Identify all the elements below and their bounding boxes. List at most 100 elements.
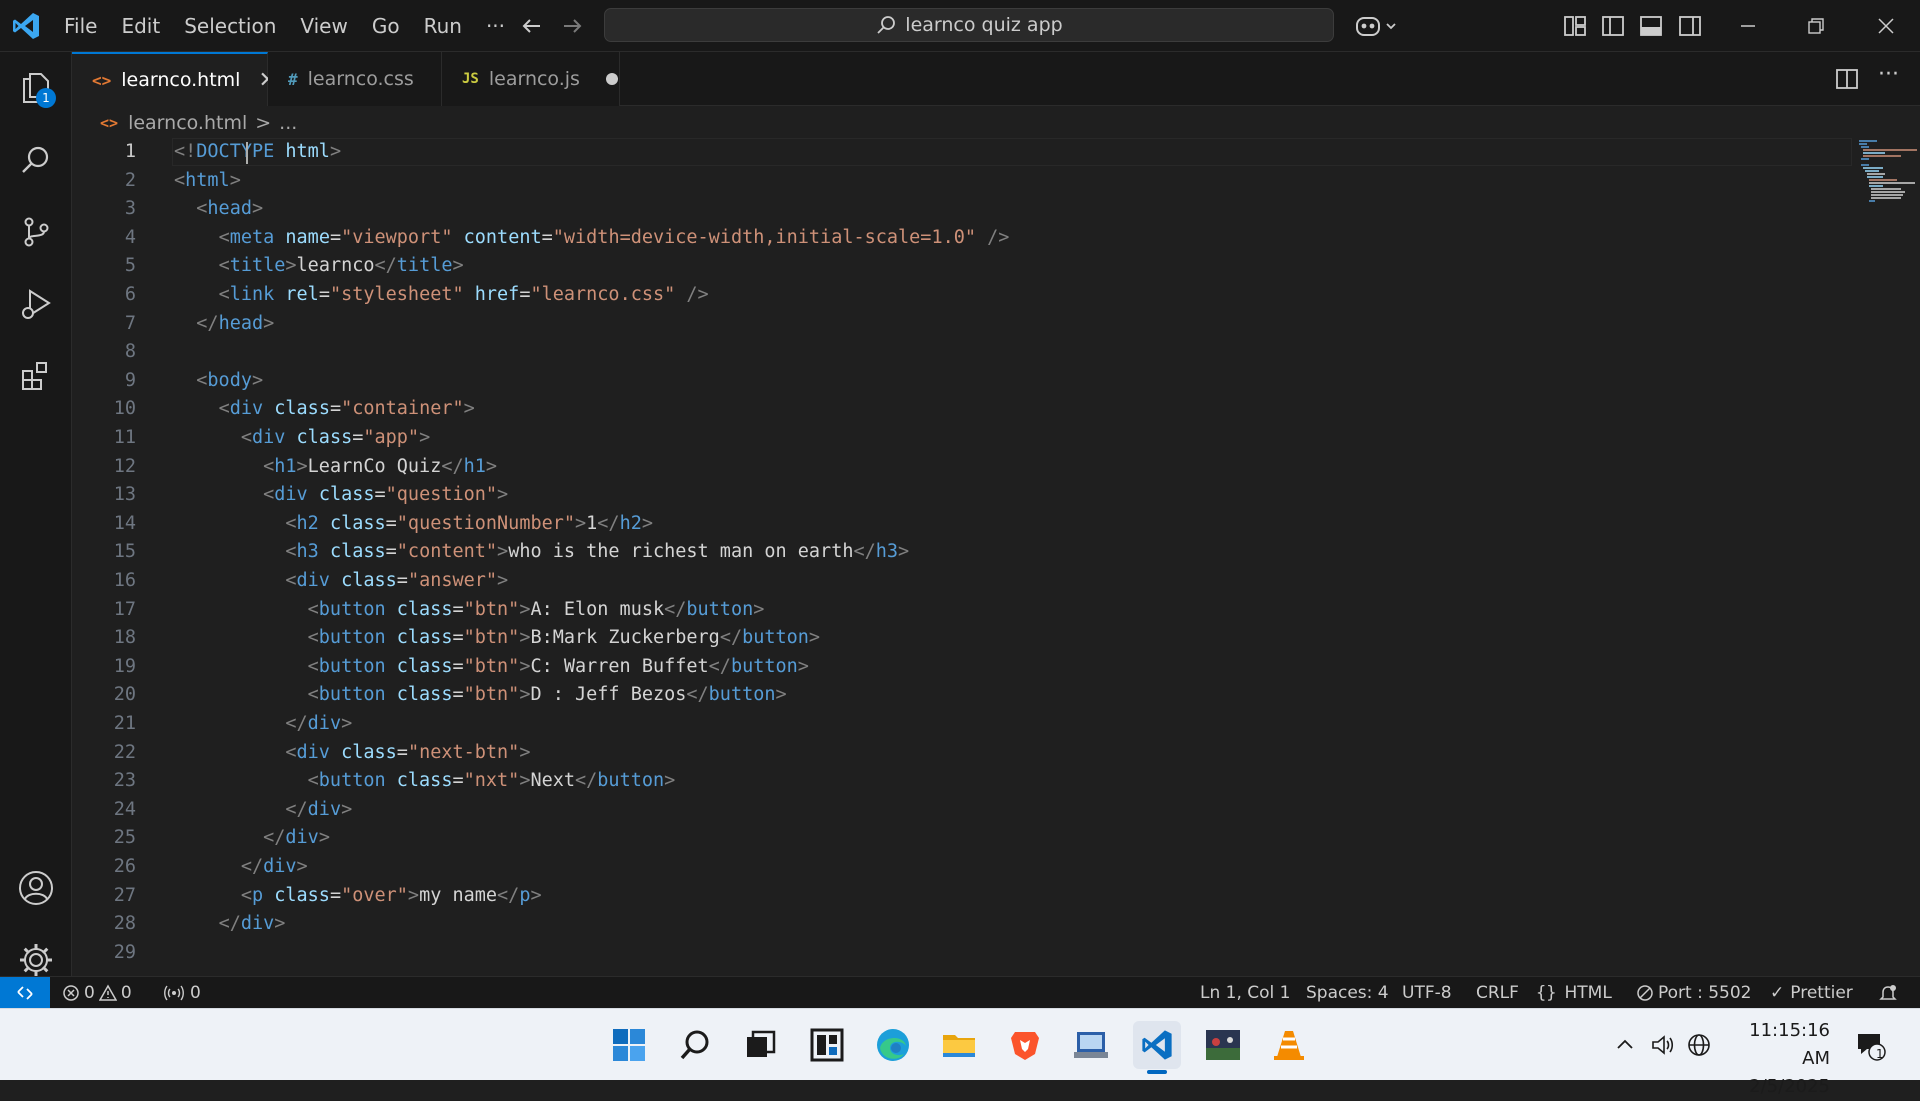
line-code: <h2 class="questionNumber">1</h2> <box>285 512 653 534</box>
code-line[interactable]: 13 <div class="question"> <box>72 481 1772 510</box>
volume-icon[interactable] <box>1650 1032 1676 1058</box>
notification-center-button[interactable]: 1 <box>1850 1021 1890 1069</box>
remote-indicator-button[interactable] <box>0 977 50 1008</box>
live-server-port[interactable]: Port : 5502 <box>1636 977 1752 1008</box>
line-number: 19 <box>113 655 136 677</box>
code-line[interactable]: 22 <div class="next-btn"> <box>72 739 1772 768</box>
code-line[interactable]: 12 <h1>LearnCo Quiz</h1> <box>72 453 1772 482</box>
breadcrumb-file[interactable]: learnco.html <box>128 112 247 134</box>
menu-selection[interactable]: Selection <box>172 0 288 52</box>
run-debug-button[interactable] <box>14 282 58 326</box>
game-app-button[interactable] <box>1199 1021 1247 1069</box>
restore-button[interactable] <box>1782 0 1850 52</box>
code-line[interactable]: 2 <html> <box>72 167 1772 196</box>
extensions-button[interactable] <box>14 354 58 398</box>
command-center-search[interactable]: learnco quiz app <box>604 8 1334 42</box>
code-line[interactable]: 17 <button class="btn">A: Elon musk</but… <box>72 596 1772 625</box>
code-line[interactable]: 29 <box>72 939 1772 968</box>
code-line[interactable]: 18 <button class="btn">B:Mark Zuckerberg… <box>72 624 1772 653</box>
ports-indicator[interactable]: 0 <box>164 977 201 1008</box>
code-line[interactable]: 1 <!DOCTYPE html> <box>72 138 1852 167</box>
chevron-up-icon[interactable] <box>1614 1034 1636 1056</box>
line-code: </div> <box>218 913 286 935</box>
menu-run[interactable]: Run <box>412 0 474 52</box>
start-button[interactable] <box>605 1021 653 1069</box>
copilot-icon[interactable] <box>1354 13 1398 39</box>
file-explorer-button[interactable] <box>935 1021 983 1069</box>
code-line[interactable]: 5 <title>learnco</title> <box>72 252 1772 281</box>
indentation[interactable]: Spaces: 4 <box>1306 977 1389 1008</box>
vscode-taskbar-button[interactable] <box>1133 1021 1181 1074</box>
source-control-button[interactable] <box>14 210 58 254</box>
code-line[interactable]: 25 </div> <box>72 824 1772 853</box>
code-line[interactable]: 7 </head> <box>72 310 1772 339</box>
code-line[interactable]: 27 <p class="over">my name</p> <box>72 882 1772 911</box>
code-editor[interactable]: 1 <!DOCTYPE html> 2 <html> 3 <head> 4 <meta n… <box>72 138 1920 976</box>
code-line[interactable]: 28 </div> <box>72 910 1772 939</box>
line-ending[interactable]: CRLF <box>1476 977 1519 1008</box>
explorer-button[interactable]: 1 <box>14 66 58 110</box>
tab-learnco-css[interactable]: # learnco.css <box>268 52 442 106</box>
code-line[interactable]: 14 <h2 class="questionNumber">1</h2> <box>72 510 1772 539</box>
problems-indicator[interactable]: 0 0 <box>62 977 132 1008</box>
code-line[interactable]: 20 <button class="btn">D : Jeff Bezos</b… <box>72 681 1772 710</box>
code-line[interactable]: 19 <button class="btn">C: Warren Buffet<… <box>72 653 1772 682</box>
search-view-button[interactable] <box>14 138 58 182</box>
code-line[interactable]: 21 </div> <box>72 710 1772 739</box>
warning-count: 0 <box>120 982 132 1003</box>
close-window-button[interactable] <box>1852 0 1920 52</box>
toggle-secondary-sidebar-icon[interactable] <box>1677 13 1703 39</box>
menu-edit[interactable]: Edit <box>109 0 172 52</box>
toggle-primary-sidebar-icon[interactable] <box>1600 13 1626 39</box>
minimize-button[interactable] <box>1714 0 1782 52</box>
unsaved-dot-icon[interactable] <box>605 73 618 85</box>
taskbar-search-button[interactable] <box>671 1021 719 1069</box>
task-view-button[interactable] <box>737 1021 785 1069</box>
code-line[interactable]: 24 </div> <box>72 796 1772 825</box>
prettier-status[interactable]: ✓ Prettier <box>1770 977 1853 1008</box>
cursor-position[interactable]: Ln 1, Col 1 <box>1200 977 1291 1008</box>
vlc-button[interactable] <box>1265 1021 1313 1069</box>
brave-browser-button[interactable] <box>1001 1021 1049 1069</box>
menu-view[interactable]: View <box>288 0 359 52</box>
code-line[interactable]: 11 <div class="app"> <box>72 424 1772 453</box>
toggle-panel-icon[interactable] <box>1638 13 1664 39</box>
menu-go[interactable]: Go <box>360 0 412 52</box>
activity-bar: 1 <box>0 52 72 976</box>
html-file-icon: <> <box>100 114 119 132</box>
bell-icon <box>1879 984 1897 1000</box>
notifications-button[interactable] <box>1878 977 1898 1008</box>
code-line[interactable]: 4 <meta name="viewport" content="width=d… <box>72 224 1772 253</box>
code-line[interactable]: 10 <div class="container"> <box>72 395 1772 424</box>
more-actions-icon[interactable]: ··· <box>1878 62 1899 87</box>
code-line[interactable]: 3 <head> <box>72 195 1772 224</box>
breadcrumb-symbols[interactable]: ... <box>279 112 297 134</box>
minimap[interactable] <box>1857 138 1920 208</box>
encoding[interactable]: UTF-8 <box>1402 977 1452 1008</box>
code-line[interactable]: 23 <button class="nxt">Next</button> <box>72 767 1772 796</box>
code-line[interactable]: 26 </div> <box>72 853 1772 882</box>
folder-icon <box>943 1035 975 1057</box>
code-line[interactable]: 15 <h3 class="content">who is the riches… <box>72 538 1772 567</box>
menu-more[interactable]: ··· <box>474 0 517 52</box>
globe-network-icon[interactable] <box>1686 1032 1712 1058</box>
line-number: 13 <box>113 484 136 506</box>
text-cursor <box>246 142 248 164</box>
back-arrow-icon[interactable] <box>518 12 546 40</box>
forward-arrow-icon[interactable] <box>558 12 586 40</box>
code-line[interactable]: 6 <link rel="stylesheet" href="learnco.c… <box>72 281 1772 310</box>
accounts-button[interactable] <box>14 866 58 910</box>
customize-layout-icon[interactable] <box>1562 13 1588 39</box>
split-editor-icon[interactable] <box>1834 66 1860 92</box>
code-line[interactable]: 16 <div class="answer"> <box>72 567 1772 596</box>
menu-file[interactable]: File <box>52 0 109 52</box>
code-line[interactable]: 9 <body> <box>72 367 1772 396</box>
code-line[interactable]: 8 <box>72 338 1772 367</box>
app-button[interactable] <box>1067 1021 1115 1069</box>
taskbar-clock[interactable]: 11:15:16 AM 2/5/2025 <box>1720 1017 1830 1101</box>
tab-learnco-js[interactable]: JS learnco.js <box>442 52 620 106</box>
widgets-button[interactable] <box>803 1021 851 1069</box>
tab-learnco-html[interactable]: <> learnco.html ✕ <box>72 52 277 106</box>
edge-browser-button[interactable] <box>869 1021 917 1069</box>
language-mode[interactable]: {} HTML <box>1536 977 1612 1008</box>
